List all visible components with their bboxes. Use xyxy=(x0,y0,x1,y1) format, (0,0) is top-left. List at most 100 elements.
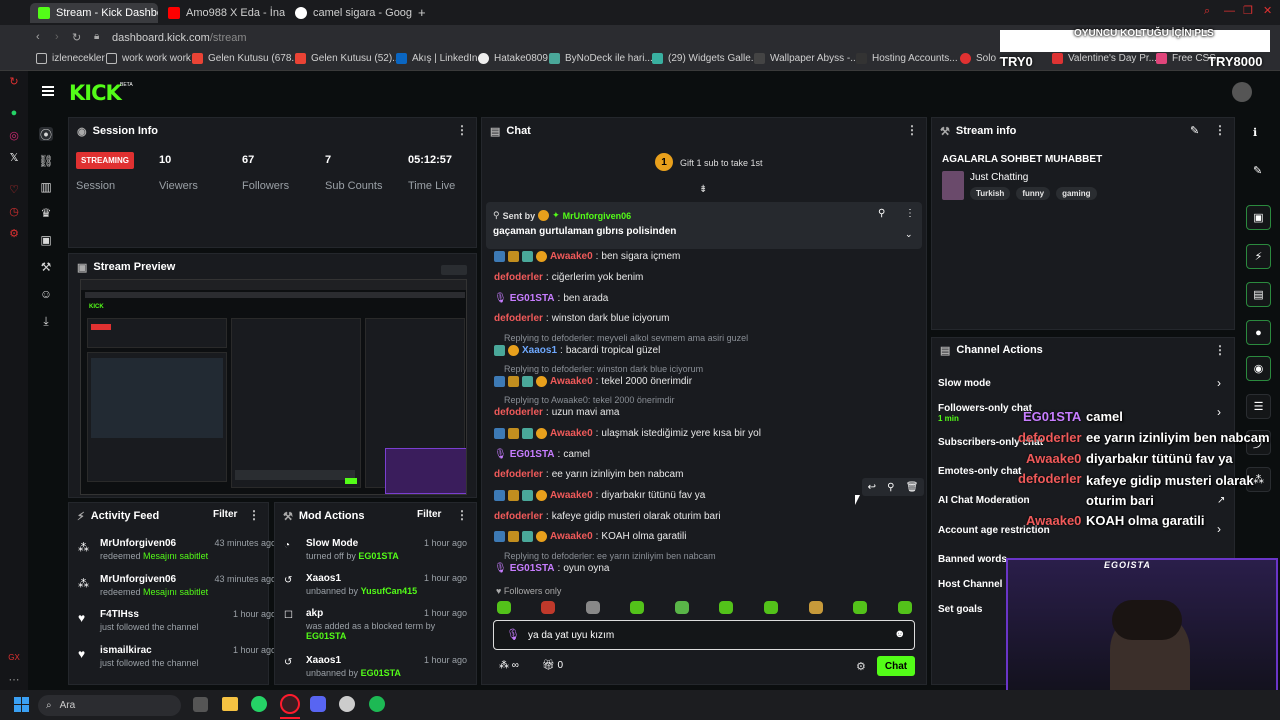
reply-icon[interactable]: ↩ xyxy=(868,482,876,493)
chat-user[interactable]: defoderler xyxy=(494,313,543,324)
chat-user[interactable]: defoderler xyxy=(494,511,543,522)
discord-icon[interactable] xyxy=(310,696,326,712)
chat-bubble-icon[interactable]: ● xyxy=(1246,320,1271,345)
more-icon[interactable]: ⋯ xyxy=(7,672,21,686)
whatsapp-icon[interactable]: ● xyxy=(7,106,21,120)
tab-google[interactable]: camel sigara - Google'da xyxy=(287,3,412,23)
camera-icon[interactable]: ▣ xyxy=(1246,205,1271,230)
forward-icon[interactable]: › xyxy=(55,31,59,43)
chat-input[interactable]: 🎙︎ ya da yat uyu kızım ☻ xyxy=(493,620,915,650)
chat-user[interactable]: Awaake0 xyxy=(550,428,593,439)
x-twitter-icon[interactable]: 𝕏 xyxy=(7,150,21,164)
pin-icon[interactable]: ⚲ xyxy=(887,482,894,493)
action-set-goals[interactable]: Set goals xyxy=(938,604,982,615)
back-icon[interactable]: ‹ xyxy=(36,31,40,43)
delete-icon[interactable]: 🗑︎ xyxy=(906,482,919,493)
gift-count-badge[interactable]: 1 xyxy=(655,153,673,171)
emote-icon[interactable] xyxy=(630,601,644,614)
bookmark-wallpaper[interactable]: Wallpaper Abyss -... xyxy=(754,53,859,64)
download-icon[interactable]: ⤓ xyxy=(39,314,53,328)
stream-preview-video[interactable]: KICK xyxy=(80,279,467,495)
whatsapp-icon[interactable] xyxy=(251,696,267,712)
bookmark-hosting[interactable]: Hosting Accounts... xyxy=(856,53,958,64)
emote-icon[interactable] xyxy=(497,601,511,614)
minimize-icon[interactable]: — xyxy=(1224,5,1235,17)
bookmark-gmail-1[interactable]: Gelen Kutusu (678... xyxy=(192,53,300,64)
chat-user[interactable]: defoderler xyxy=(494,272,543,283)
chat-message[interactable]: defoderler: ee yarın izinliyim ben nabca… xyxy=(494,469,683,480)
scroll-down-icon[interactable]: ⇟ xyxy=(699,184,707,195)
tag[interactable]: gaming xyxy=(1056,187,1097,200)
windows-start-icon[interactable] xyxy=(14,697,29,712)
layout-icon[interactable]: ☰ xyxy=(1246,394,1271,419)
unpin-icon[interactable]: ⚲ xyxy=(878,208,885,219)
more-options-icon[interactable]: ⋮ xyxy=(1214,124,1226,136)
action-banned-words[interactable]: Banned words xyxy=(938,554,1007,565)
pin-more-icon[interactable]: ⋮ xyxy=(905,208,915,219)
chat-user[interactable]: EG01STA xyxy=(510,293,555,304)
folder-icon[interactable] xyxy=(222,697,238,711)
action-slow-mode[interactable]: Slow mode xyxy=(938,378,991,389)
settings-icon[interactable]: ⚙ xyxy=(7,226,21,240)
chat-user[interactable]: Awaake0 xyxy=(550,251,593,262)
emote-icon[interactable] xyxy=(898,601,912,614)
chat-user[interactable]: defoderler xyxy=(494,469,543,480)
chat-message[interactable]: defoderler: kafeye gidip musteri olarak … xyxy=(494,511,721,522)
more-options-icon[interactable]: ⋮ xyxy=(456,124,468,136)
new-tab-button[interactable]: + xyxy=(418,5,426,20)
info-icon[interactable]: ℹ︎ xyxy=(1253,126,1257,139)
bookmark-valentine[interactable]: Valentine's Day Pr... xyxy=(1052,53,1157,64)
send-chat-button[interactable]: Chat xyxy=(877,656,915,676)
instagram-icon[interactable]: ◎ xyxy=(7,128,21,142)
chat-message[interactable]: 🎙︎ EG01STA: ben arada xyxy=(494,293,608,304)
chat-user[interactable]: EG01STA xyxy=(510,563,555,574)
chat-message[interactable]: Xaaos1: bacardi tropical güzel xyxy=(494,345,660,356)
tab-youtube[interactable]: Amo988 X Eda - İnanırım xyxy=(160,3,285,23)
chat-settings-icon[interactable]: ⚙ xyxy=(856,660,866,673)
chevron-right-icon[interactable]: › xyxy=(1217,376,1221,390)
kick-logo[interactable]: KICK xyxy=(69,81,122,105)
hamburger-menu-icon[interactable] xyxy=(42,86,54,96)
obs-icon[interactable] xyxy=(339,696,355,712)
users-icon[interactable]: ☺ xyxy=(39,287,53,301)
tab-kick-dashboard[interactable]: Stream - Kick Dashboard xyxy=(30,3,158,23)
chat-message[interactable]: 🎙︎ EG01STA: camel xyxy=(494,449,590,460)
reload-icon[interactable]: ↻ xyxy=(72,31,81,44)
chevron-right-icon[interactable]: › xyxy=(1217,405,1221,419)
avatar[interactable] xyxy=(1232,82,1252,102)
chat-message[interactable]: Awaake0: ben sigara içmem xyxy=(494,251,680,262)
taskbar-search[interactable]: ⌕ Ara xyxy=(38,695,181,716)
emote-icon[interactable] xyxy=(853,601,867,614)
bookmark-work[interactable]: work work work xyxy=(106,53,191,64)
bookmark-github[interactable]: Hatake0809 xyxy=(478,53,548,64)
opera-gx-icon[interactable] xyxy=(280,694,300,714)
pinned-message[interactable]: ⚲ Sent by ✦ MrUnforgiven06 gaçaman gurtu… xyxy=(486,202,922,249)
clock-icon[interactable]: ◷ xyxy=(7,204,21,218)
activity-filter-button[interactable]: Filter xyxy=(213,509,237,520)
bookmark-bynodeck[interactable]: ByNoDeck ile hari... xyxy=(549,53,653,64)
bookmark-solo[interactable]: Solo - xyxy=(960,53,1002,64)
chat-user[interactable]: EG01STA xyxy=(510,449,555,460)
bookmark-widgets[interactable]: (29) Widgets Galle... xyxy=(652,53,759,64)
spotify-icon[interactable] xyxy=(369,696,385,712)
chevron-right-icon[interactable]: › xyxy=(1217,522,1221,536)
action-ai-moderation[interactable]: AI Chat Moderation xyxy=(938,495,1030,506)
chevron-down-icon[interactable]: ⌄ xyxy=(905,229,913,240)
action-emotes-only[interactable]: Emotes-only chat xyxy=(938,466,1021,477)
stream-icon[interactable]: ⦿ xyxy=(39,127,53,142)
maximize-icon[interactable]: ❐ xyxy=(1243,4,1253,17)
emote-icon[interactable] xyxy=(719,601,733,614)
emoji-icon[interactable]: ☻ xyxy=(894,628,906,640)
url-field[interactable]: dashboard.kick.com/stream xyxy=(112,32,247,44)
chat-user[interactable]: Xaaos1 xyxy=(522,345,557,356)
chat-message[interactable]: defoderler: winston dark blue iciyorum xyxy=(494,313,670,324)
channel-points[interactable]: ⁂ ∞ xyxy=(499,660,519,671)
heart-icon[interactable]: ♡ xyxy=(7,182,21,196)
bookmark-izlenecekler[interactable]: izlenecekler xyxy=(36,53,105,64)
analytics-icon[interactable]: ▥ xyxy=(39,180,53,194)
chat-user[interactable]: Awaake0 xyxy=(550,531,593,542)
edit-icon[interactable]: ✎ xyxy=(1253,164,1262,177)
gx-icon[interactable]: GX xyxy=(7,650,21,664)
search-icon[interactable]: ⌕ xyxy=(1204,5,1210,18)
chat-user[interactable]: defoderler xyxy=(494,407,543,418)
